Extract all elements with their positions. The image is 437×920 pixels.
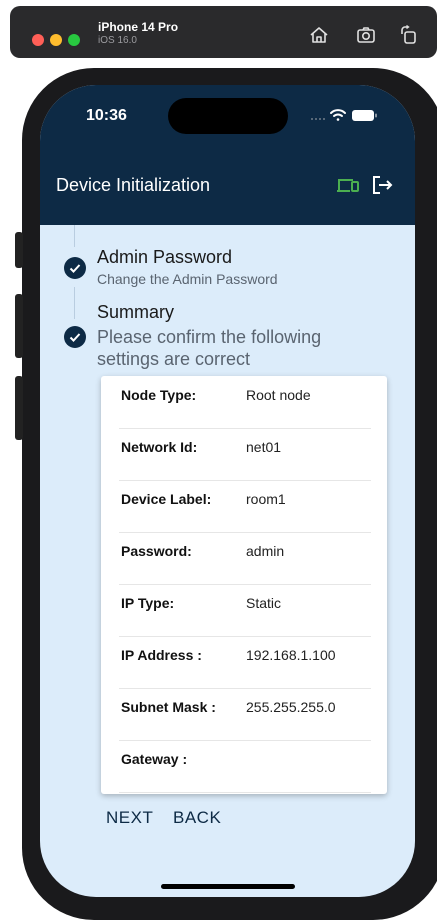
step-2-subtitle-line-1: Please confirm the following xyxy=(97,327,322,347)
summary-value: 255.255.255.0 xyxy=(246,699,336,715)
battery-icon xyxy=(352,110,377,121)
summary-label: Node Type: xyxy=(121,387,197,403)
summary-card: Node Type: Root node Network Id: net01 D… xyxy=(101,376,387,794)
zoom-window-button[interactable] xyxy=(68,34,80,46)
summary-row-device-label: Device Label: room1 xyxy=(119,480,371,533)
step-1-subtitle: Change the Admin Password xyxy=(97,271,278,287)
summary-label: IP Address : xyxy=(121,647,202,663)
summary-label: Subnet Mask : xyxy=(121,699,216,715)
summary-row-ip-address: IP Address : 192.168.1.100 xyxy=(119,636,371,689)
summary-row-node-type: Node Type: Root node xyxy=(119,376,371,429)
volume-up-button xyxy=(15,294,23,358)
status-icons xyxy=(311,109,377,121)
summary-row-ip-type: IP Type: Static xyxy=(119,584,371,637)
summary-value: room1 xyxy=(246,491,286,507)
summary-label: Network Id: xyxy=(121,439,198,455)
summary-label: Password: xyxy=(121,543,192,559)
home-indicator xyxy=(161,884,295,889)
minimize-window-button[interactable] xyxy=(50,34,62,46)
summary-row-network-id: Network Id: net01 xyxy=(119,428,371,481)
summary-label: IP Type: xyxy=(121,595,175,611)
signal-icon xyxy=(311,118,325,120)
summary-value: Static xyxy=(246,595,282,611)
app-header: 10:36 Device Initialization xyxy=(40,85,415,225)
page-title: Device Initialization xyxy=(56,175,211,195)
screenshot-icon[interactable] xyxy=(355,24,377,46)
step-connector xyxy=(74,225,75,247)
logout-icon[interactable] xyxy=(370,174,394,196)
summary-row-gateway: Gateway : xyxy=(119,740,371,793)
wifi-icon xyxy=(330,109,346,121)
back-button[interactable]: BACK xyxy=(173,808,221,828)
step-2-subtitle-line-2: settings are correct xyxy=(97,349,251,369)
silent-switch xyxy=(15,232,23,268)
volume-down-button xyxy=(15,376,23,440)
simulator-toolbar: iPhone 14 Pro iOS 16.0 xyxy=(10,6,437,58)
summary-value: 192.168.1.100 xyxy=(246,647,336,663)
summary-value: admin xyxy=(246,543,285,559)
summary-row-password: Password: admin xyxy=(119,532,371,585)
os-version: iOS 16.0 xyxy=(98,35,137,46)
phone-screen: 10:36 Device Initialization Admin Passwo… xyxy=(40,85,415,897)
summary-value: net01 xyxy=(246,439,282,455)
summary-row-subnet-mask: Subnet Mask : 255.255.255.0 xyxy=(119,688,371,741)
next-button[interactable]: NEXT xyxy=(106,808,153,828)
home-icon[interactable] xyxy=(308,24,330,46)
close-window-button[interactable] xyxy=(32,34,44,46)
rotate-icon[interactable] xyxy=(398,24,420,46)
summary-label: Device Label: xyxy=(121,491,212,507)
device-name: iPhone 14 Pro xyxy=(98,20,179,34)
step-2-title[interactable]: Summary xyxy=(97,302,174,323)
step-2-complete-icon xyxy=(64,326,86,348)
dynamic-island xyxy=(168,98,288,134)
devices-icon[interactable] xyxy=(336,174,360,196)
status-time: 10:36 xyxy=(86,107,127,124)
summary-value: Root node xyxy=(246,387,311,403)
step-1-title[interactable]: Admin Password xyxy=(97,247,232,268)
step-connector xyxy=(74,287,75,319)
summary-label: Gateway : xyxy=(121,751,188,767)
step-1-complete-icon xyxy=(64,257,86,279)
